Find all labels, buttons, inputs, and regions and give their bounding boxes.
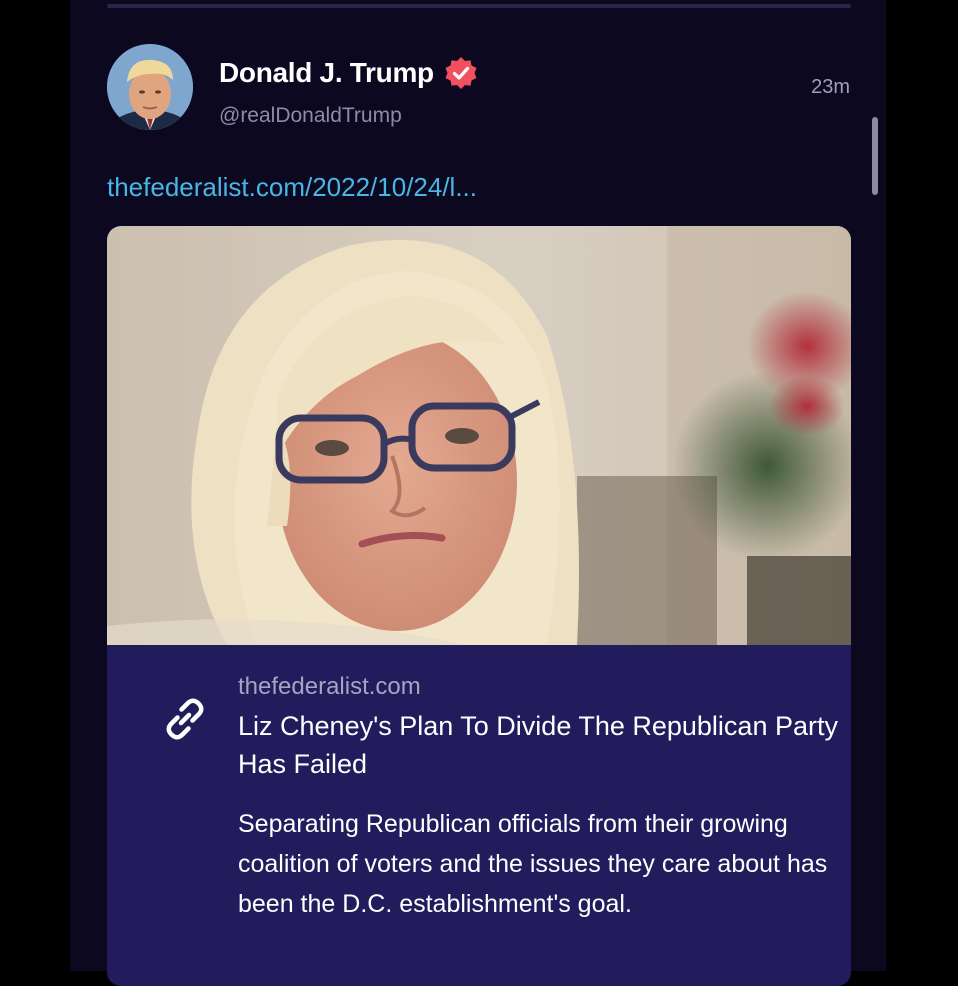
verified-badge-icon <box>444 56 478 90</box>
display-name[interactable]: Donald J. Trump <box>219 57 434 89</box>
link-icon <box>159 693 211 745</box>
post-divider <box>107 4 851 8</box>
card-title[interactable]: Liz Cheney's Plan To Divide The Republic… <box>238 707 838 783</box>
avatar[interactable] <box>107 44 193 130</box>
card-description: Separating Republican officials from the… <box>238 810 828 918</box>
post-timestamp[interactable]: 23m <box>811 76 850 99</box>
link-preview-card[interactable]: thefederalist.com Liz Cheney's Plan To D… <box>107 226 851 986</box>
author-row: Donald J. Trump <box>219 56 478 90</box>
post-link[interactable]: thefederalist.com/2022/10/24/l... <box>107 172 477 203</box>
article-photo <box>107 226 851 645</box>
scrollbar[interactable] <box>872 117 878 195</box>
card-domain: thefederalist.com <box>238 673 421 700</box>
feed-column: Donald J. Trump @realDonaldTrump 23m the… <box>70 0 886 986</box>
user-handle[interactable]: @realDonaldTrump <box>219 104 402 128</box>
card-body: thefederalist.com Liz Cheney's Plan To D… <box>107 645 851 986</box>
